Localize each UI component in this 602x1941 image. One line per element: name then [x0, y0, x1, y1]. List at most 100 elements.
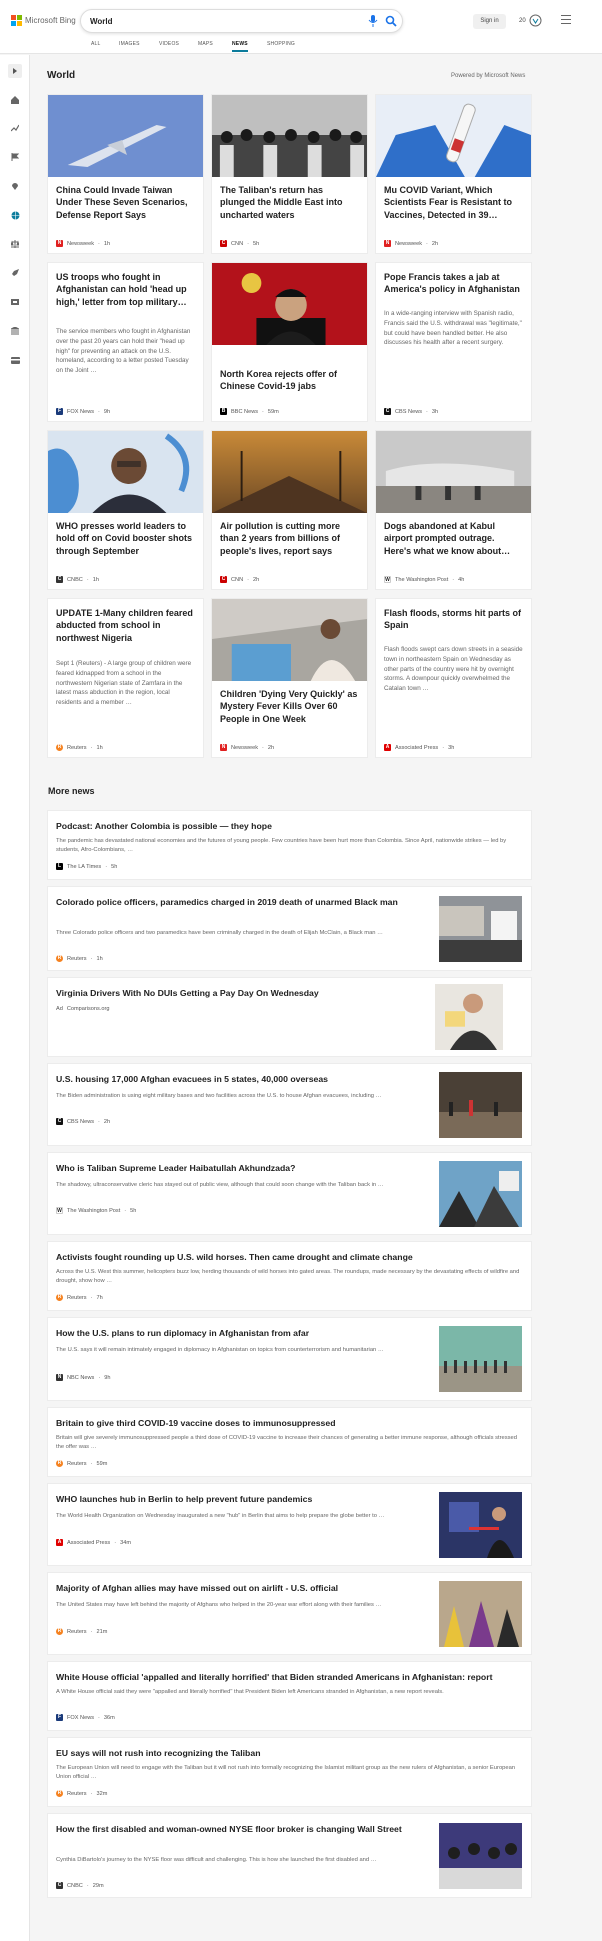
newsweek-logo-icon: N: [220, 744, 227, 751]
source-line: N NBC News · 9h: [56, 1374, 111, 1381]
news-row[interactable]: U.S. housing 17,000 Afghan evacuees in 5…: [47, 1063, 532, 1146]
news-row[interactable]: Britain to give third COVID-19 vaccine d…: [47, 1407, 532, 1477]
source-line: C CBS News · 2h: [56, 1118, 111, 1125]
source-line: C CBS News · 3h: [384, 408, 439, 415]
chevron-right-icon[interactable]: [8, 64, 22, 78]
source-line: A Associated Press · 34m: [56, 1539, 131, 1546]
kabul-airport-image: [376, 431, 531, 513]
brand-name: Microsoft Bing: [25, 16, 76, 25]
search-box[interactable]: [80, 9, 403, 33]
taliban-rally-thumbnail: [439, 1161, 522, 1227]
smog-street-image: [212, 431, 367, 513]
news-row[interactable]: How the U.S. plans to run diplomacy in A…: [47, 1317, 532, 1401]
film-icon[interactable]: [8, 295, 22, 309]
news-card[interactable]: Air pollution is cutting more than 2 yea…: [211, 430, 368, 590]
source-line: R Reuters · 7h: [56, 1294, 103, 1301]
credit-card-icon[interactable]: [8, 353, 22, 367]
source-line: W The Washington Post · 5h: [56, 1207, 137, 1214]
section-title-more-news: More news: [48, 786, 95, 796]
evacuee-hangar-thumbnail: [439, 1072, 522, 1138]
hamburger-menu-icon[interactable]: [561, 15, 571, 27]
news-card[interactable]: Mu COVID Variant, Which Scientists Fear …: [375, 94, 532, 254]
news-row[interactable]: WHO launches hub in Berlin to help preve…: [47, 1483, 532, 1566]
source-line: A Associated Press · 3h: [384, 744, 455, 751]
reuters-logo-icon: R: [56, 744, 63, 751]
news-row[interactable]: Majority of Afghan allies may have misse…: [47, 1572, 532, 1655]
reuters-logo-icon: R: [56, 1460, 63, 1467]
protest-thumbnail: [439, 896, 522, 962]
source-line: R Reuters · 1h: [56, 744, 103, 751]
cnbc-logo-icon: C: [56, 576, 63, 583]
search-icon[interactable]: [385, 15, 397, 27]
globe-icon[interactable]: [8, 208, 22, 222]
cbs-logo-icon: C: [384, 408, 391, 415]
newsweek-logo-icon: N: [384, 240, 391, 247]
news-card[interactable]: China Could Invade Taiwan Under These Se…: [47, 94, 204, 254]
news-row[interactable]: Who is Taliban Supreme Leader Haibatulla…: [47, 1152, 532, 1235]
tab-images[interactable]: IMAGES: [119, 41, 140, 47]
search-input[interactable]: [90, 14, 330, 29]
news-row-ad[interactable]: Virginia Drivers With No DUIs Getting a …: [47, 977, 532, 1057]
covid-vial-image: [376, 95, 531, 177]
source-line: N Newsweek · 2h: [220, 744, 275, 751]
news-card[interactable]: The Taliban's return has plunged the Mid…: [211, 94, 368, 254]
ad-badge: Ad: [56, 1006, 63, 1012]
news-card[interactable]: Children 'Dying Very Quickly' as Mystery…: [211, 598, 368, 758]
sign-in-button[interactable]: Sign in: [473, 14, 506, 29]
source-line: R Reuters · 1h: [56, 955, 103, 962]
location-icon[interactable]: [8, 179, 22, 193]
powered-by-label: Powered by Microsoft News: [451, 73, 526, 79]
tab-maps[interactable]: MAPS: [198, 41, 213, 47]
news-card[interactable]: Flash floods, storms hit parts of Spain …: [375, 598, 532, 758]
fox-news-logo-icon: F: [56, 1714, 63, 1721]
bbc-logo-icon: B: [220, 408, 227, 415]
bing-logo[interactable]: Microsoft Bing: [11, 15, 76, 26]
tab-news[interactable]: NEWS: [232, 41, 248, 52]
taliban-fighters-image: [212, 95, 367, 177]
source-line: R Reuters · 21m: [56, 1628, 108, 1635]
cnn-logo-icon: C: [220, 576, 227, 583]
source-line: B BBC News · 59m: [220, 408, 279, 415]
news-row[interactable]: White House official 'appalled and liter…: [47, 1661, 532, 1731]
reuters-logo-icon: R: [56, 1790, 63, 1797]
news-card[interactable]: US troops who fought in Afghanistan can …: [47, 262, 204, 422]
flag-icon[interactable]: [8, 150, 22, 164]
source-line: W The Washington Post · 4h: [384, 576, 465, 583]
source-line: N Newsweek · 1h: [56, 240, 111, 247]
reuters-logo-icon: R: [56, 1294, 63, 1301]
scale-icon[interactable]: [8, 237, 22, 251]
tab-all[interactable]: ALL: [91, 41, 101, 47]
news-row[interactable]: Activists fought rounding up U.S. wild h…: [47, 1241, 532, 1311]
who-director-image: [48, 431, 203, 513]
driver-ad-thumbnail: [435, 984, 503, 1050]
associated-press-logo-icon: A: [56, 1539, 63, 1546]
source-line: F FOX News · 9h: [56, 408, 111, 415]
news-row[interactable]: Podcast: Another Colombia is possible — …: [47, 810, 532, 880]
news-card[interactable]: North Korea rejects offer of Chinese Cov…: [211, 262, 368, 422]
home-icon[interactable]: [8, 93, 22, 107]
news-card[interactable]: Dogs abandoned at Kabul airport prompted…: [375, 430, 532, 590]
tab-videos[interactable]: VIDEOS: [159, 41, 179, 47]
microphone-icon[interactable]: [368, 15, 378, 27]
news-row[interactable]: How the first disabled and woman-owned N…: [47, 1813, 532, 1898]
bank-icon[interactable]: [8, 324, 22, 338]
search-scope-tabs: ALL IMAGES VIDEOS MAPS NEWS SHOPPING: [0, 38, 602, 54]
airlift-crowd-thumbnail: [439, 1581, 522, 1647]
news-card[interactable]: WHO presses world leaders to hold off on…: [47, 430, 204, 590]
news-row[interactable]: EU says will not rush into recognizing t…: [47, 1737, 532, 1807]
news-row[interactable]: Colorado police officers, paramedics cha…: [47, 886, 532, 971]
trending-icon[interactable]: [8, 121, 22, 135]
news-card[interactable]: Pope Francis takes a jab at America's po…: [375, 262, 532, 422]
source-line: R Reuters · 59m: [56, 1460, 108, 1467]
tab-shopping[interactable]: SHOPPING: [267, 41, 295, 47]
rocket-icon[interactable]: [8, 266, 22, 280]
source-line: C CNN · 5h: [220, 240, 260, 247]
ad-source-line: Ad Comparisons.org: [56, 1006, 110, 1012]
rewards-button[interactable]: 20: [519, 14, 542, 27]
source-line: L The LA Times · 5h: [56, 863, 118, 870]
newsweek-logo-icon: N: [56, 240, 63, 247]
source-line: C CNBC · 29m: [56, 1882, 104, 1889]
la-times-logo-icon: L: [56, 863, 63, 870]
news-card[interactable]: UPDATE 1-Many children feared abducted f…: [47, 598, 204, 758]
fighter-jet-image: [48, 95, 203, 177]
